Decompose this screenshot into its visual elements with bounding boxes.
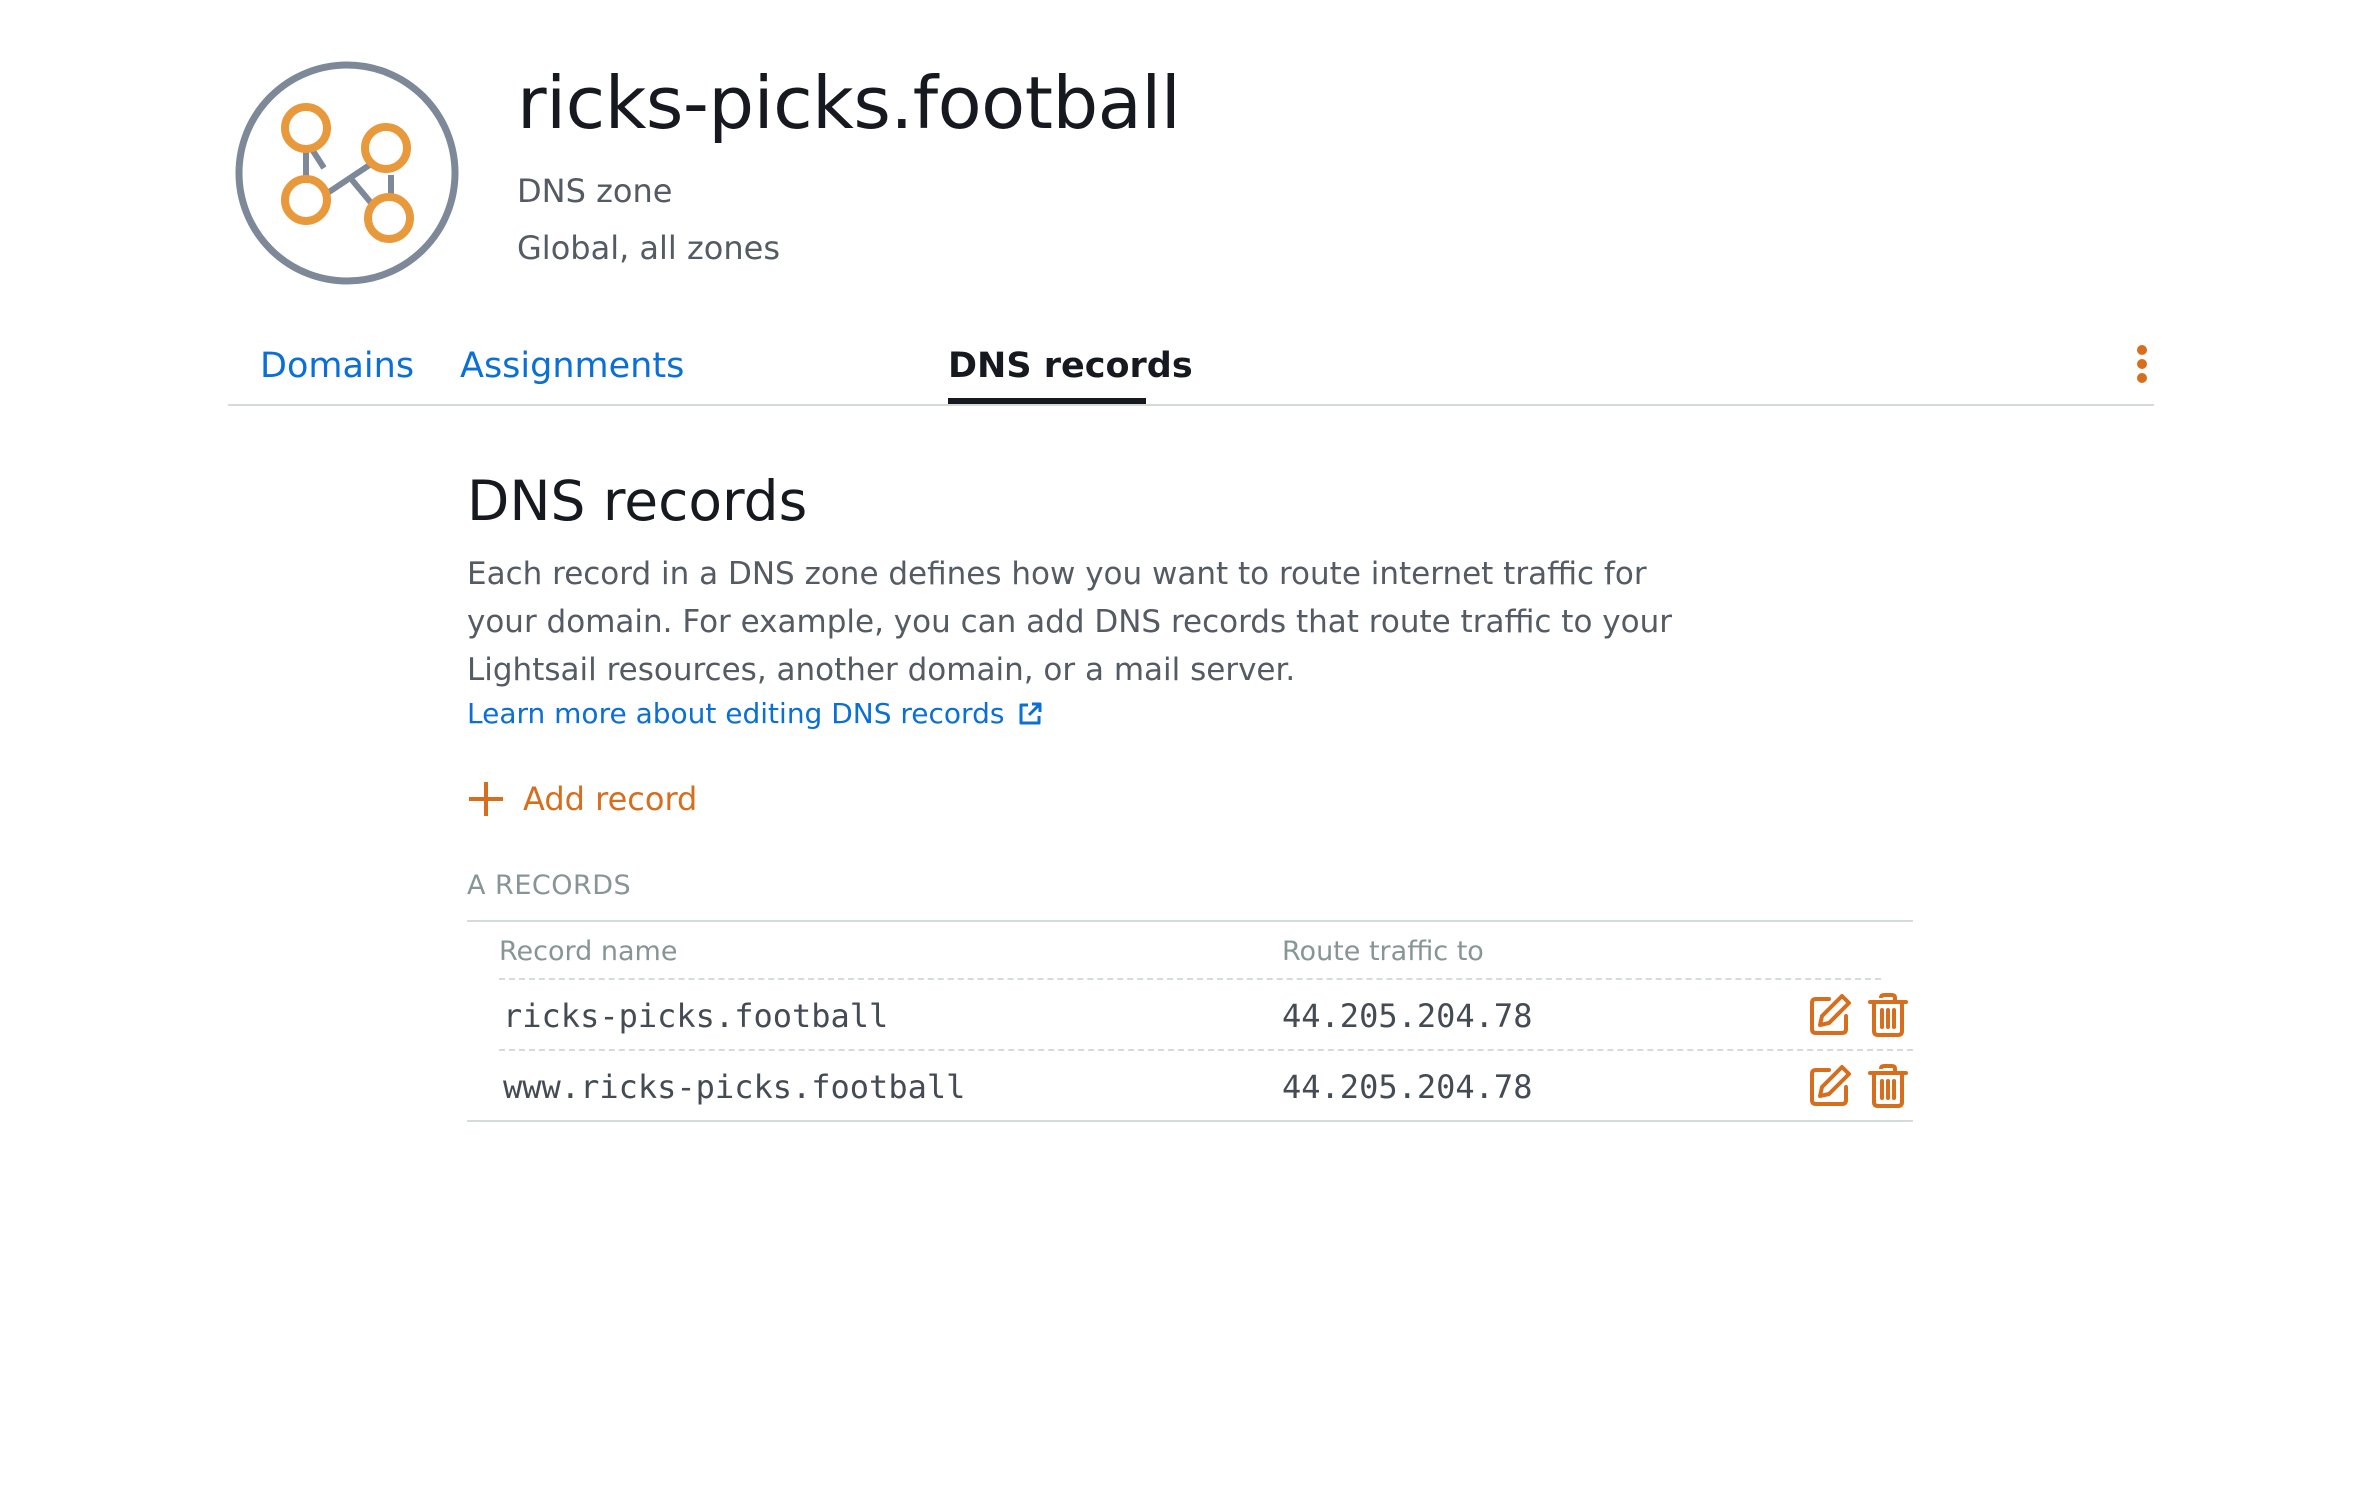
resource-type: DNS zone	[517, 172, 673, 210]
add-record-button[interactable]: Add record	[467, 774, 697, 824]
table-row: ricks-picks.football 44.205.204.78	[467, 980, 1913, 1049]
dns-zone-icon	[235, 61, 459, 285]
record-name-cell: ricks-picks.football	[503, 997, 889, 1035]
tab-domains[interactable]: Domains	[260, 344, 414, 388]
edit-icon[interactable]	[1807, 992, 1853, 1038]
row-actions	[1807, 1063, 1911, 1109]
column-header-route-traffic: Route traffic to	[1282, 936, 1484, 967]
delete-icon[interactable]	[1865, 992, 1911, 1038]
tab-assignments[interactable]: Assignments	[460, 344, 684, 388]
learn-more-link[interactable]: Learn more about editing DNS records	[467, 694, 1044, 734]
section-description: Each record in a DNS zone defines how yo…	[467, 556, 1672, 688]
edit-icon[interactable]	[1807, 1063, 1853, 1109]
row-actions	[1807, 992, 1911, 1038]
tab-bar: Domains Assignments DNS records	[228, 330, 2154, 406]
resource-region: Global, all zones	[517, 229, 780, 267]
table-header: Record name Route traffic to	[499, 922, 1881, 980]
column-header-record-name: Record name	[499, 936, 678, 967]
record-group-label: A RECORDS	[467, 870, 632, 901]
more-actions-menu-icon[interactable]	[2128, 342, 2156, 392]
table-row: www.ricks-picks.football 44.205.204.78	[499, 1049, 1913, 1120]
tab-dns-records[interactable]: DNS records	[948, 344, 1193, 388]
add-record-label: Add record	[523, 780, 698, 818]
page-title: ricks-picks.football	[517, 61, 1181, 145]
section-title: DNS records	[467, 469, 808, 533]
plus-icon	[469, 782, 503, 816]
active-tab-indicator	[948, 398, 1146, 404]
a-records-table: Record name Route traffic to ricks-picks…	[467, 920, 1913, 1122]
delete-icon[interactable]	[1865, 1063, 1911, 1109]
route-traffic-cell: 44.205.204.78	[1282, 997, 1533, 1035]
record-name-cell: www.ricks-picks.football	[503, 1068, 966, 1106]
route-traffic-cell: 44.205.204.78	[1282, 1068, 1533, 1106]
learn-more-label: Learn more about editing DNS records	[467, 697, 1005, 730]
external-link-icon	[1019, 702, 1042, 725]
